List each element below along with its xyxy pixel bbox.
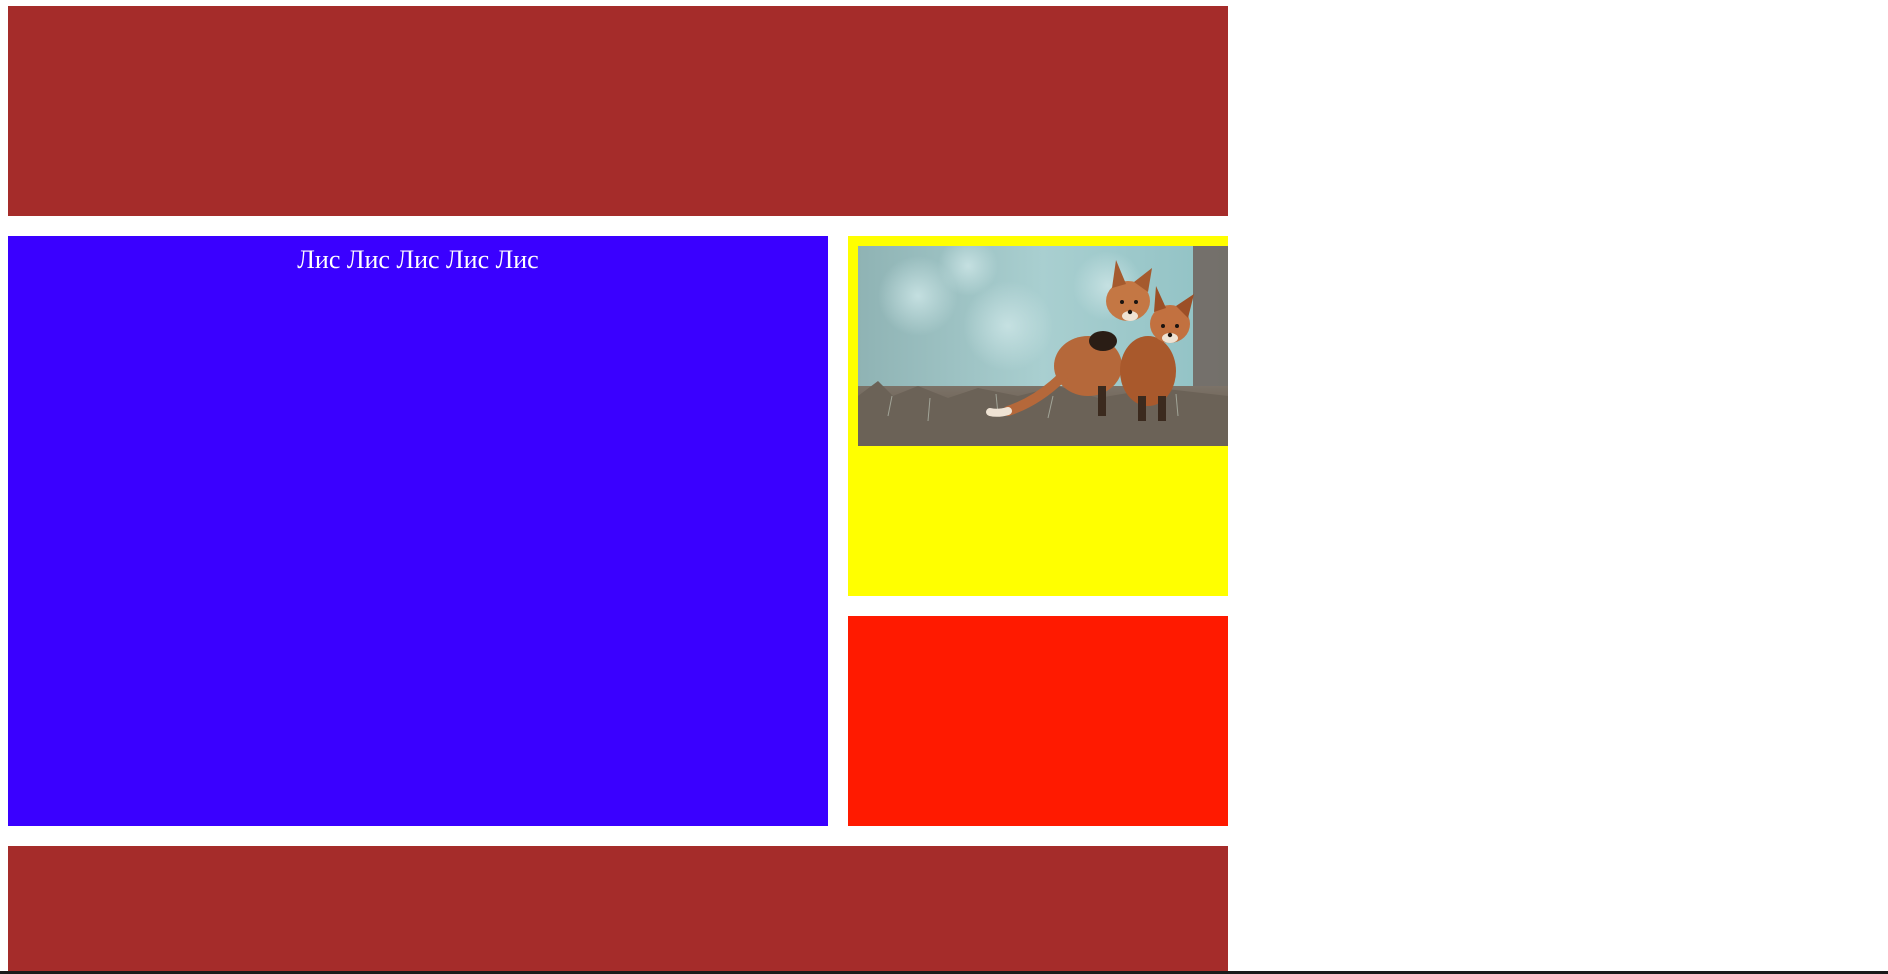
footer-block [8,846,1228,974]
header-block [8,6,1228,216]
sidebar-bottom-block [848,616,1228,826]
main-text: Лис Лис Лис Лис Лис [297,245,539,274]
sidebar-image-block [848,236,1228,596]
page: Лис Лис Лис Лис Лис [0,0,1888,974]
fox-cubs-image [858,246,1228,446]
main-content-block: Лис Лис Лис Лис Лис [8,236,828,826]
fox-photo-illustration [858,246,1228,446]
